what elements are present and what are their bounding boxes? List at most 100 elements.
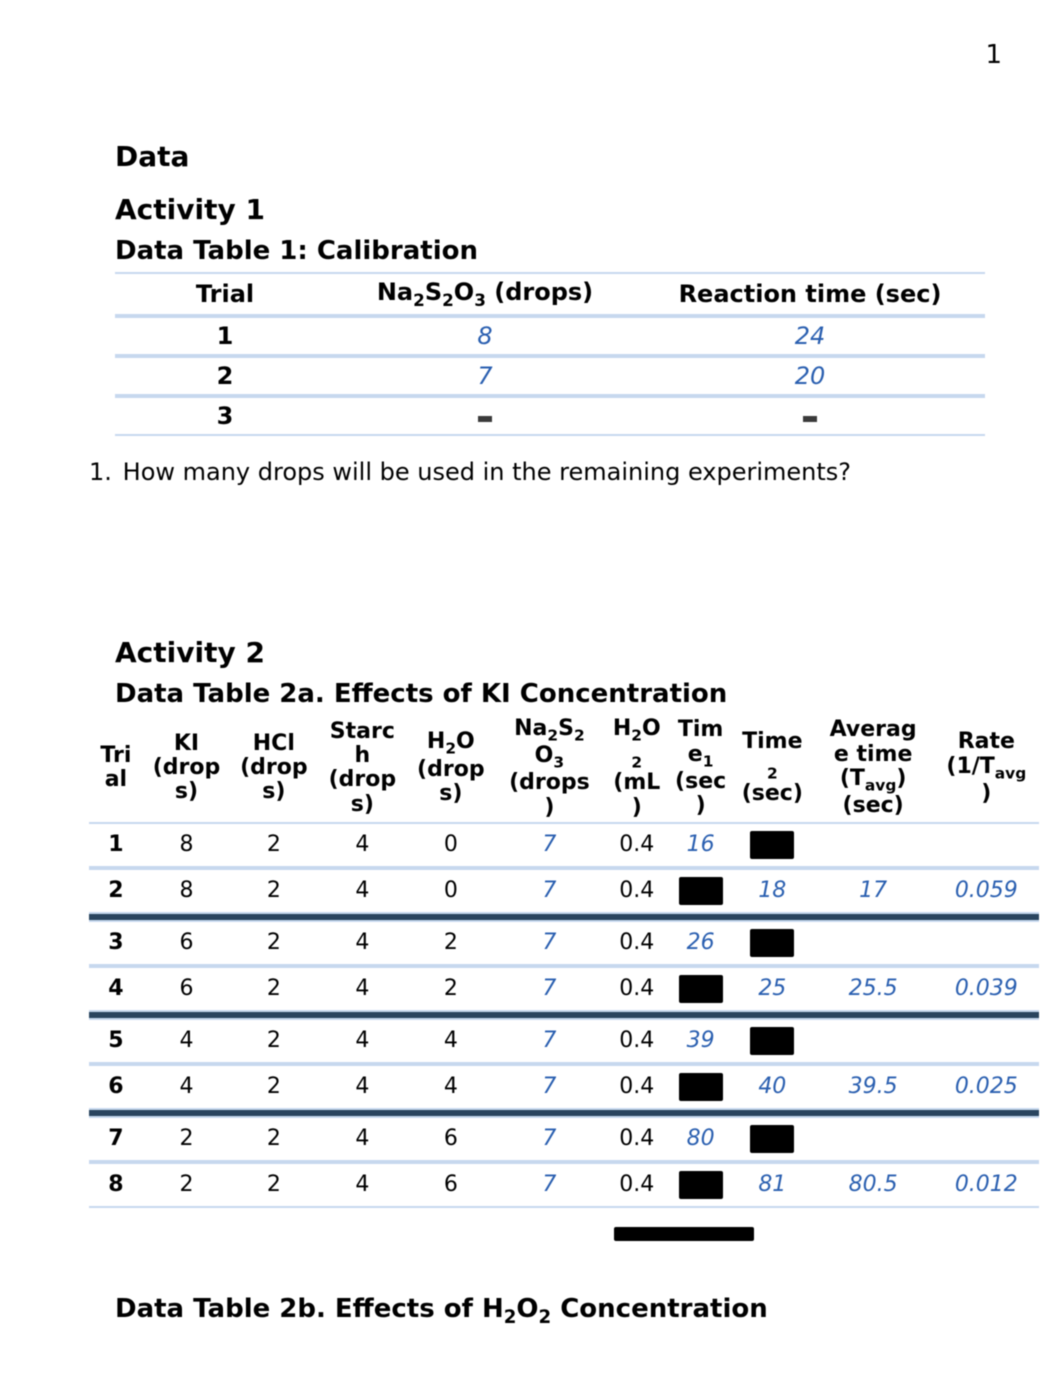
table2a-cell: 6 (89, 1064, 143, 1110)
table2a-cell: 2 (230, 1064, 317, 1110)
redacted-box (750, 929, 794, 957)
redacted-box (750, 831, 794, 859)
table2a-cell: 2 (230, 1162, 317, 1208)
table2a-cell: 4 (318, 822, 408, 868)
table2a-cell: 7 (495, 1064, 605, 1110)
table2a-cell: 7 (495, 822, 605, 868)
table2a-cell: 6 (143, 920, 230, 966)
table2a-cell: 0 (407, 822, 494, 868)
table2a-cell: 26 (669, 920, 732, 966)
table2a-cell (732, 1116, 813, 1162)
table2a-cell: 0.4 (604, 822, 669, 868)
table2a-cell (669, 1064, 732, 1110)
table2a-cell: 3 (89, 920, 143, 966)
table2a-cell: 4 (143, 1018, 230, 1064)
table1-header-time: Reaction time (sec) (635, 272, 985, 316)
table2a-cell: 0.4 (604, 1116, 669, 1162)
table2a-cell: 4 (407, 1064, 494, 1110)
table2a-cell: 16 (669, 822, 732, 868)
table2a-cell: 4 (318, 1116, 408, 1162)
table2a-cell (934, 1018, 1039, 1064)
table2a-cell: 80.5 (813, 1162, 934, 1208)
table2a-cell: 7 (495, 1018, 605, 1064)
table2a-cell: 8 (89, 1162, 143, 1208)
table2a-cell: 4 (318, 1162, 408, 1208)
table1-header-trial: Trial (115, 272, 335, 316)
table1-trial: 2 (115, 356, 335, 396)
table2a-header-row: Trial KI(drops) HCl(drops) Starch(drops)… (89, 715, 1039, 822)
table2a-cell: 0.4 (604, 1162, 669, 1208)
table2a-cell: 2 (230, 966, 317, 1012)
table2a-cell: 0.059 (934, 868, 1039, 914)
table2a-cell: 4 (318, 1018, 408, 1064)
table2b-title: Data Table 2b. Effects of H2O2 Concentra… (115, 1294, 1007, 1328)
redacted-box (750, 1027, 794, 1055)
table2a-cell: 40 (732, 1064, 813, 1110)
table2a-cell: 6 (143, 966, 230, 1012)
table1-time: 20 (635, 356, 985, 396)
table2a-cell: 4 (407, 1018, 494, 1064)
table2a-cell: 2 (89, 868, 143, 914)
table2a-cell: 2 (143, 1116, 230, 1162)
table2a-row: 8224670.48180.50.012 (89, 1162, 1039, 1208)
table2a-cell: 0.012 (934, 1162, 1039, 1208)
hdr-time2: Time2(sec) (732, 715, 813, 822)
table1-drops: 8 (335, 316, 635, 356)
redacted-box (750, 1125, 794, 1153)
table2a-cell: 4 (143, 1064, 230, 1110)
hdr-time1: Time1(sec) (669, 715, 732, 822)
table2a-bottom-redact (89, 1208, 1039, 1254)
table2a-cell: 0.4 (604, 920, 669, 966)
page-number: 1 (985, 40, 1002, 70)
table2a-cell (669, 966, 732, 1012)
table1-title: Data Table 1: Calibration (115, 236, 1007, 266)
table2a-cell: 4 (318, 920, 408, 966)
content: Activity 1 Data Table 1: Calibration Tri… (115, 193, 1007, 1328)
hdr-starch: Starch(drops) (318, 715, 408, 822)
table2a-cell: 18 (732, 868, 813, 914)
table2a-cell (732, 920, 813, 966)
table2a-cell (732, 822, 813, 868)
table1: Trial Na2S2O3 (drops) Reaction time (sec… (115, 272, 985, 436)
table1-trial: 1 (115, 316, 335, 356)
table2a-row: 7224670.480 (89, 1116, 1039, 1162)
hdr-avg: Average time(Tavg)(sec) (813, 715, 934, 822)
table2a-cell: 2 (230, 1116, 317, 1162)
table2a-row: 3624270.426 (89, 920, 1039, 966)
table1-drops: 7 (335, 356, 635, 396)
table2a-cell (813, 822, 934, 868)
redacted-box (679, 1171, 723, 1199)
hdr-trial: Trial (89, 715, 143, 822)
hdr-ki: KI(drops) (143, 715, 230, 822)
table2a-row: 4624270.42525.50.039 (89, 966, 1039, 1012)
table2a-cell: 2 (407, 966, 494, 1012)
table2a-cell: 7 (495, 1162, 605, 1208)
redacted-dots (803, 416, 817, 422)
table1-header-drops: Na2S2O3 (drops) (335, 272, 635, 316)
table2a-cell: 0.4 (604, 1018, 669, 1064)
table2a-cell: 80 (669, 1116, 732, 1162)
question-text: How many drops will be used in the remai… (123, 458, 851, 486)
table2a-cell: 39.5 (813, 1064, 934, 1110)
table2a-cell: 1 (89, 822, 143, 868)
table2a-cell: 2 (230, 1018, 317, 1064)
question1: 1. How many drops will be used in the re… (89, 458, 1007, 486)
table2a-cell: 7 (89, 1116, 143, 1162)
hdr-rate: Rate(1/Tavg) (934, 715, 1039, 822)
hdr-h2o2: H2O2(mL) (604, 715, 669, 822)
table2a-cell (813, 920, 934, 966)
hdr-hcl: HCl(drops) (230, 715, 317, 822)
page: 1 Data Activity 1 Data Table 1: Calibrat… (0, 0, 1062, 1376)
table2a-cell: 0.4 (604, 868, 669, 914)
table2a-cell: 8 (143, 868, 230, 914)
table2a-cell: 0.025 (934, 1064, 1039, 1110)
table2a-cell: 0.4 (604, 966, 669, 1012)
table2a-cell (669, 868, 732, 914)
table2a-row: 6424470.44039.50.025 (89, 1064, 1039, 1110)
table2a-cell (813, 1018, 934, 1064)
redacted-dots (478, 416, 492, 422)
table1-row: 1 8 24 (115, 316, 985, 356)
table2a-row: 2824070.418170.059 (89, 868, 1039, 914)
redacted-box (679, 877, 723, 905)
table2a-cell: 6 (407, 1162, 494, 1208)
